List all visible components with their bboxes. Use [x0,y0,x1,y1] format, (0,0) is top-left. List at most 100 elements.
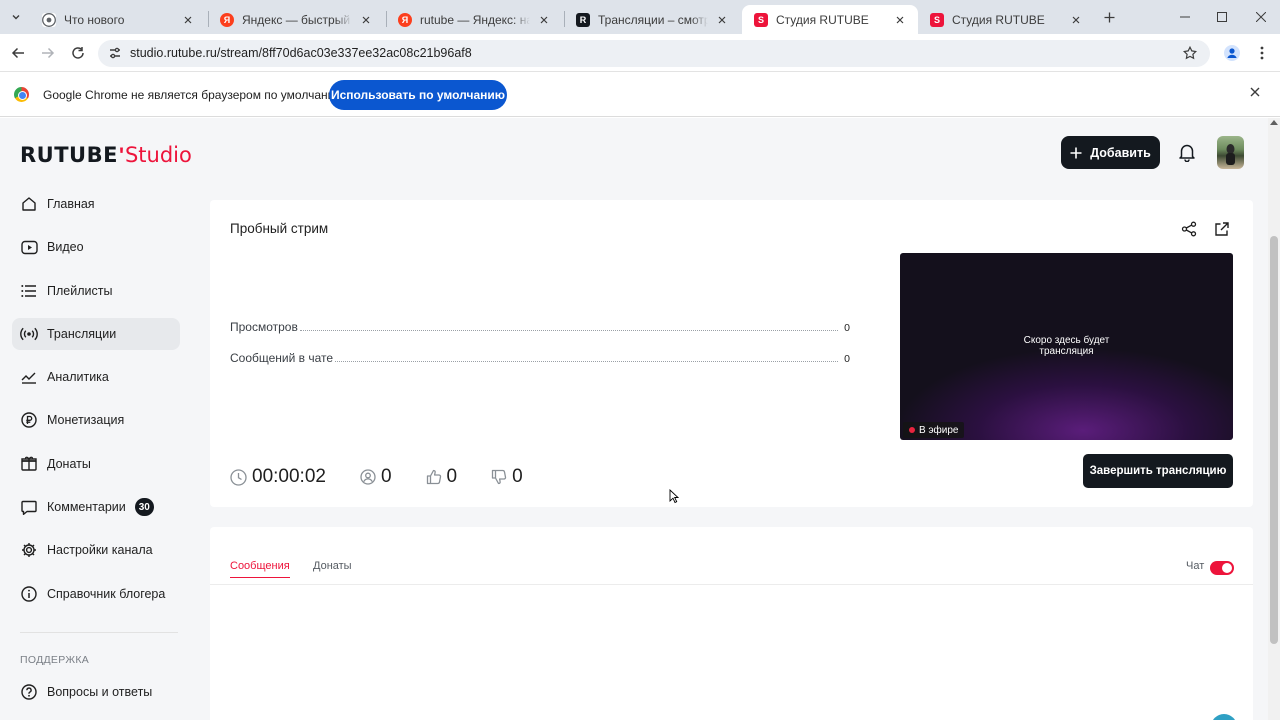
rutube-studio-icon: S [754,12,768,27]
chat-toggle[interactable] [1210,561,1234,575]
tab-messages[interactable]: Сообщения [230,560,290,578]
tab-donations[interactable]: Донаты [313,560,352,572]
close-tab-icon[interactable] [358,12,374,28]
sidebar-item-playlists[interactable]: Плейлисты [12,275,180,307]
set-default-button[interactable]: Использовать по умолчанию [329,80,507,110]
sidebar-item-label: Донаты [47,456,91,471]
forward-button[interactable] [37,42,59,64]
viewers-metric: 0 [360,466,392,488]
viewers-value: 0 [380,466,392,487]
chevron-down-icon [12,15,20,20]
sidebar-item-faq[interactable]: Вопросы и ответы [12,676,180,708]
studio-page: RUTUBE ' Studio Добавить Главная Видео П… [0,118,1280,720]
browser-tab[interactable]: Я Яндекс — быстрый поиск [208,5,384,34]
sidebar-item-donations[interactable]: Донаты [12,448,180,480]
external-link-icon[interactable] [1214,221,1230,237]
stream-card: Пробный стрим Просмотров 0 Сообщений в ч… [210,200,1253,507]
donate-icon [20,455,38,473]
browser-tab-active[interactable]: S Студия RUTUBE [742,5,918,34]
bookmark-button[interactable] [1179,42,1201,64]
scrollbar-thumb[interactable] [1270,236,1278,644]
chat-messages-label: Сообщений в чате [230,351,334,365]
chat-messages-value: 0 [844,353,850,365]
chrome-menu-button[interactable] [1251,42,1273,64]
sidebar-item-analytics[interactable]: Аналитика [12,361,180,393]
stream-metrics: 00:00:02 0 0 0 [230,466,557,488]
playlist-icon [20,282,38,300]
end-stream-button[interactable]: Завершить трансляцию [1083,454,1233,488]
browser-toolbar: studio.rutube.ru/stream/8ff70d6ac03e337e… [0,34,1280,72]
tab-title: Что нового [64,12,125,27]
window-close-button[interactable] [1251,7,1271,27]
bell-icon[interactable] [1177,142,1197,162]
sidebar-item-channel-settings[interactable]: Настройки канала [12,534,180,566]
share-icon[interactable] [1181,221,1197,237]
browser-tab[interactable]: Я rutube — Яндекс: нашлось [386,5,562,34]
question-icon [20,683,38,701]
viewer-icon [360,469,376,485]
sidebar-item-blogger-guide[interactable]: Справочник блогера [12,578,180,610]
maximize-button[interactable] [1212,7,1232,27]
tabs-divider [210,584,1253,585]
back-button[interactable] [7,42,29,64]
close-icon[interactable] [1250,87,1260,97]
tab-title: Трансляции – смотреть в [598,12,708,27]
close-tab-icon[interactable] [1068,12,1084,28]
close-icon [1256,12,1266,22]
preview-text-line: Скоро здесь будет [1023,335,1110,346]
page-scrollbar[interactable] [1268,118,1280,720]
minimize-button[interactable] [1175,7,1195,27]
tab-search-button[interactable] [4,6,28,28]
browser-tab[interactable]: Что нового [30,5,206,34]
plus-icon [1104,12,1114,22]
views-value: 0 [844,322,850,334]
maximize-icon [1217,12,1227,22]
reload-icon [72,47,84,59]
sidebar-item-label: Настройки канала [47,543,153,558]
views-label: Просмотров [230,320,298,334]
logo-sub: Studio [124,143,192,167]
site-settings-icon[interactable] [108,46,122,60]
reload-button[interactable] [67,42,89,64]
address-bar[interactable]: studio.rutube.ru/stream/8ff70d6ac03e337e… [98,40,1210,67]
duration-value: 00:00:02 [252,466,326,487]
new-tab-button[interactable] [1099,7,1119,27]
sidebar-item-comments[interactable]: Комментарии 30 [12,491,180,523]
profile-button[interactable] [1221,42,1243,64]
arrow-left-icon [11,47,24,59]
video-icon [20,238,38,256]
dotted-leader [335,361,839,362]
analytics-icon [20,368,38,386]
user-avatar[interactable] [1217,136,1244,169]
add-button[interactable]: Добавить [1061,136,1160,169]
stream-title: Пробный стрим [230,221,329,236]
close-tab-icon[interactable] [536,12,552,28]
yandex-icon: Я [398,12,412,27]
dislikes-metric: 0 [491,466,523,488]
close-tab-icon[interactable] [714,12,730,28]
sidebar-item-label: Главная [47,197,95,211]
preview-text-line: трансляция [1039,346,1094,357]
clock-icon [230,468,247,486]
chat-panel: Сообщения Донаты Чат [210,527,1253,720]
url-text: studio.rutube.ru/stream/8ff70d6ac03e337e… [130,46,472,60]
close-tab-icon[interactable] [180,12,196,28]
sidebar-item-home[interactable]: Главная [12,188,180,220]
minimize-icon [1180,16,1190,18]
rutube-studio-logo[interactable]: RUTUBE ' Studio [20,143,192,167]
stream-preview[interactable]: Скоро здесь будет трансляция В эфире [900,253,1233,440]
info-icon [20,585,38,603]
browser-tab[interactable]: S Студия RUTUBE [918,5,1094,34]
scroll-up-arrow-icon[interactable] [1270,120,1278,125]
chrome-icon [42,12,56,27]
rutube-icon: R [576,12,590,27]
browser-tabstrip: Что нового Я Яндекс — быстрый поиск Я ru… [0,0,1280,34]
sidebar-item-video[interactable]: Видео [12,231,180,263]
profile-icon [1224,45,1240,61]
sidebar-item-broadcasts[interactable]: Трансляции [12,317,180,350]
sidebar-item-monetization[interactable]: Монетизация [12,404,180,436]
close-tab-icon[interactable] [892,12,908,28]
chat-toggle-label: Чат [1186,560,1205,572]
browser-tab[interactable]: R Трансляции – смотреть в [564,5,740,34]
live-badge: В эфире [903,422,964,438]
